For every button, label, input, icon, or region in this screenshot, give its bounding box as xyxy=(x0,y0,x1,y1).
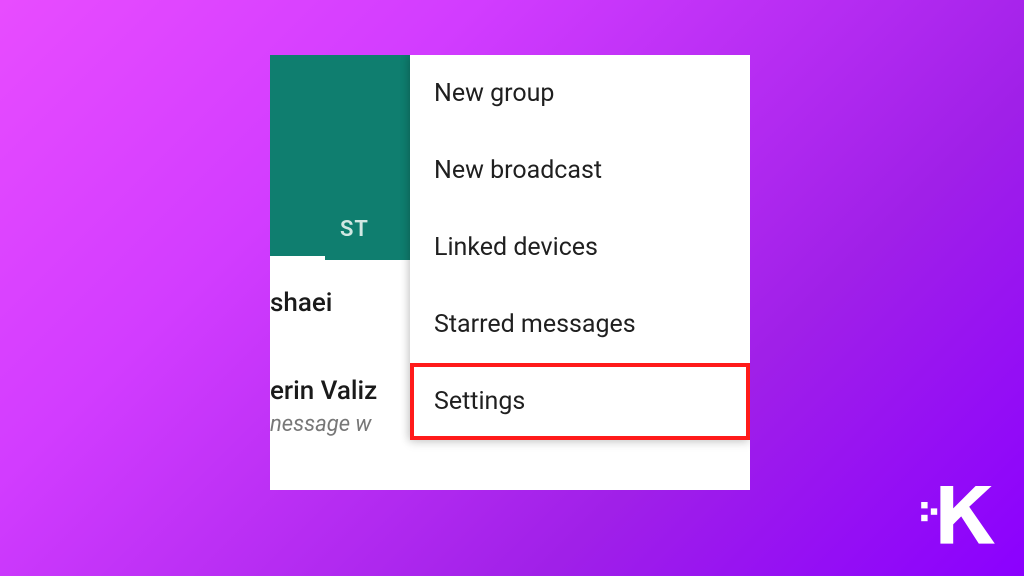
overflow-menu: New group New broadcast Linked devices S… xyxy=(410,55,750,440)
menu-item-new-group[interactable]: New group xyxy=(410,55,750,132)
tab-label-status[interactable]: ST xyxy=(340,217,369,242)
phone-screenshot: ST shaei erin Valiz nessage w New group … xyxy=(270,55,750,490)
menu-item-linked-devices[interactable]: Linked devices xyxy=(410,209,750,286)
tab-active-underline xyxy=(270,256,325,260)
menu-item-starred-messages[interactable]: Starred messages xyxy=(410,286,750,363)
watermark-logo xyxy=(918,470,998,550)
menu-item-new-broadcast[interactable]: New broadcast xyxy=(410,132,750,209)
menu-item-settings[interactable]: Settings xyxy=(410,363,750,440)
